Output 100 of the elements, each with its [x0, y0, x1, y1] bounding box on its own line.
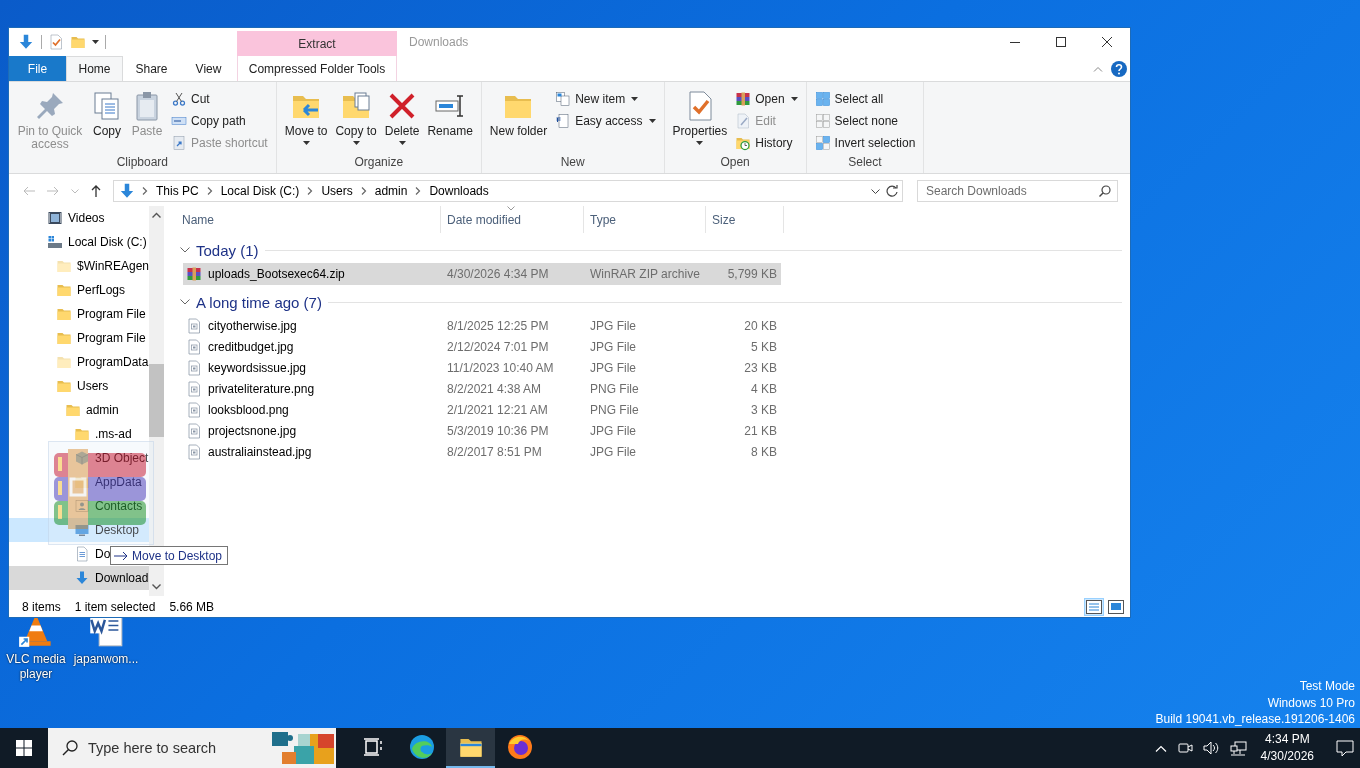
- refresh-icon[interactable]: [886, 185, 898, 197]
- caret-icon: [302, 141, 310, 145]
- scroll-down-icon: [152, 584, 161, 590]
- ribbon-button[interactable]: Cut: [168, 88, 271, 110]
- file-row[interactable]: cityotherwise.jpg 8/1/2025 12:25 PM JPG File 20 KB: [183, 315, 781, 336]
- search-field[interactable]: Search Downloads: [917, 180, 1118, 202]
- breadcrumb[interactable]: Downloads: [427, 184, 491, 198]
- image-file-icon: [186, 422, 202, 439]
- camera-icon[interactable]: [1176, 741, 1193, 755]
- tree-item[interactable]: admin: [9, 398, 149, 422]
- tree-item[interactable]: Download: [9, 566, 149, 590]
- size-cell-text: 8 KB: [750, 444, 778, 459]
- system-info-text: Windows 10 Pro: [1267, 694, 1355, 711]
- chevron-icon: [307, 187, 314, 195]
- file-row[interactable]: keywordsissue.jpg 11/1/2023 10:40 AM JPG File 23 KB: [183, 357, 781, 378]
- tree-item[interactable]: $WinREAgen: [9, 254, 149, 278]
- scrollbar-thumb[interactable]: [149, 364, 164, 437]
- file-row[interactable]: looksblood.png 2/1/2021 12:21 AM PNG File 3 KB: [183, 399, 781, 420]
- tree-item[interactable]: Videos: [9, 206, 149, 230]
- file-name: cityotherwise.jpg: [208, 318, 297, 333]
- icon-label[interactable]: japanwom...: [73, 652, 139, 667]
- view-button[interactable]: [1106, 597, 1126, 616]
- arrow-right-icon: [114, 550, 128, 561]
- taskbar-search-field[interactable]: Type here to search: [48, 728, 336, 768]
- file-row[interactable]: creditbudget.jpg 2/12/2024 7:01 PM JPG File 5 KB: [183, 336, 781, 357]
- date-cell-text: 8/2/2021 4:38 AM: [446, 381, 543, 396]
- tree-item[interactable]: Program File: [9, 302, 149, 326]
- search-icon: [62, 740, 78, 756]
- chevron-down-icon[interactable]: [180, 299, 190, 305]
- tree-item[interactable]: .ms-ad: [9, 422, 149, 446]
- ribbon-button[interactable]: Copy to: [332, 86, 380, 155]
- file-row[interactable]: australiainstead.jpg 8/2/2017 8:51 PM JPG File 8 KB: [183, 441, 781, 462]
- ribbon-button[interactable]: Select all: [811, 88, 919, 110]
- breadcrumb[interactable]: admin: [372, 184, 410, 198]
- tree-item[interactable]: AppData: [9, 470, 149, 494]
- ribbon-button[interactable]: New item: [552, 88, 659, 110]
- ribbon-tab[interactable]: Home: [66, 56, 123, 81]
- ribbon-button[interactable]: History: [732, 132, 801, 154]
- address-bar[interactable]: This PC Local Disk (C:) Users admin Downloads: [113, 180, 903, 202]
- ribbon-tab[interactable]: Share: [123, 56, 180, 81]
- large-icons-view-icon: [1108, 599, 1124, 614]
- selection-count: 1 item selected: [74, 599, 156, 614]
- clock[interactable]: 4:34 PM 4/30/2026: [1256, 731, 1318, 765]
- ribbon-tab[interactable]: View: [180, 56, 237, 81]
- type-cell-text: PNG File: [589, 381, 640, 396]
- type-cell-text: WinRAR ZIP archive: [589, 267, 701, 281]
- ribbon-tab[interactable]: Compressed Folder Tools: [237, 56, 397, 81]
- speaker-icon[interactable]: [1202, 741, 1220, 755]
- help-icon[interactable]: [1111, 60, 1127, 77]
- film-icon: [47, 210, 63, 226]
- maximize-icon: [1056, 37, 1066, 47]
- chevron-up-icon[interactable]: [1154, 744, 1167, 752]
- date-cell-text: 5/3/2019 10:36 PM: [446, 423, 550, 438]
- ribbon-button[interactable]: Copy: [88, 86, 126, 155]
- tree-item[interactable]: PerfLogs: [9, 278, 149, 302]
- ribbon-button[interactable]: Easy access: [552, 110, 659, 132]
- ribbon-button[interactable]: Copy path: [168, 110, 271, 132]
- column-header[interactable]: Size: [706, 206, 784, 233]
- tree-item[interactable]: Desktop: [9, 518, 149, 542]
- history-icon: [735, 135, 752, 151]
- file-row[interactable]: uploads_Bootsexec64.zip 4/30/2026 4:34 PM WinRAR ZIP archive 5,799 KB: [183, 263, 781, 285]
- ribbon-button[interactable]: Properties: [669, 86, 731, 155]
- tree-item[interactable]: ProgramData: [9, 350, 149, 374]
- column-header[interactable]: Type: [584, 206, 706, 233]
- breadcrumb[interactable]: This PC: [154, 184, 201, 198]
- contacts-icon: [74, 498, 90, 514]
- breadcrumb[interactable]: Users: [319, 184, 355, 198]
- view-button[interactable]: [1084, 597, 1104, 616]
- chevron-down-icon[interactable]: [180, 247, 190, 253]
- column-header[interactable]: Date modified: [441, 206, 584, 233]
- tree-item[interactable]: Local Disk (C:): [9, 230, 149, 254]
- ribbon-button[interactable]: Open: [732, 88, 801, 110]
- shortcut-icon: [171, 135, 187, 151]
- file-name: uploads_Bootsexec64.zip: [208, 267, 345, 281]
- ribbon-button[interactable]: Select none: [811, 110, 919, 132]
- network-icon[interactable]: [1229, 740, 1247, 756]
- ribbon-button[interactable]: Invert selection: [811, 132, 919, 154]
- caret-icon: [631, 97, 639, 101]
- tree-item[interactable]: Users: [9, 374, 149, 398]
- swirl-icon: [408, 734, 435, 760]
- file-row[interactable]: projectsnone.jpg 5/3/2019 10:36 PM JPG File 21 KB: [183, 420, 781, 441]
- ribbon-tab[interactable]: File: [9, 56, 66, 81]
- document-icon: [74, 546, 90, 562]
- ribbon-button[interactable]: Delete: [381, 86, 423, 155]
- taskbar-app[interactable]: [446, 728, 495, 768]
- ribbon-button[interactable]: New folder: [486, 86, 551, 155]
- chevron-icon: [142, 187, 148, 195]
- breadcrumb[interactable]: Local Disk (C:): [218, 184, 302, 198]
- icon-label[interactable]: VLC media player: [4, 652, 68, 682]
- file-row[interactable]: privateliterature.png 8/2/2021 4:38 AM PNG File 4 KB: [183, 378, 781, 399]
- notification-icon[interactable]: [1336, 739, 1354, 757]
- ribbon-button[interactable]: Rename: [424, 86, 476, 155]
- column-header[interactable]: Name: [176, 206, 441, 233]
- file-name: projectsnone.jpg: [208, 423, 297, 438]
- folder-icon: [56, 258, 72, 274]
- ribbon-button[interactable]: Move to: [281, 86, 331, 155]
- chevron-down-icon[interactable]: [871, 188, 880, 194]
- tree-item[interactable]: Program File: [9, 326, 149, 350]
- properties-icon: [48, 34, 64, 50]
- tree-item[interactable]: Contacts: [9, 494, 149, 518]
